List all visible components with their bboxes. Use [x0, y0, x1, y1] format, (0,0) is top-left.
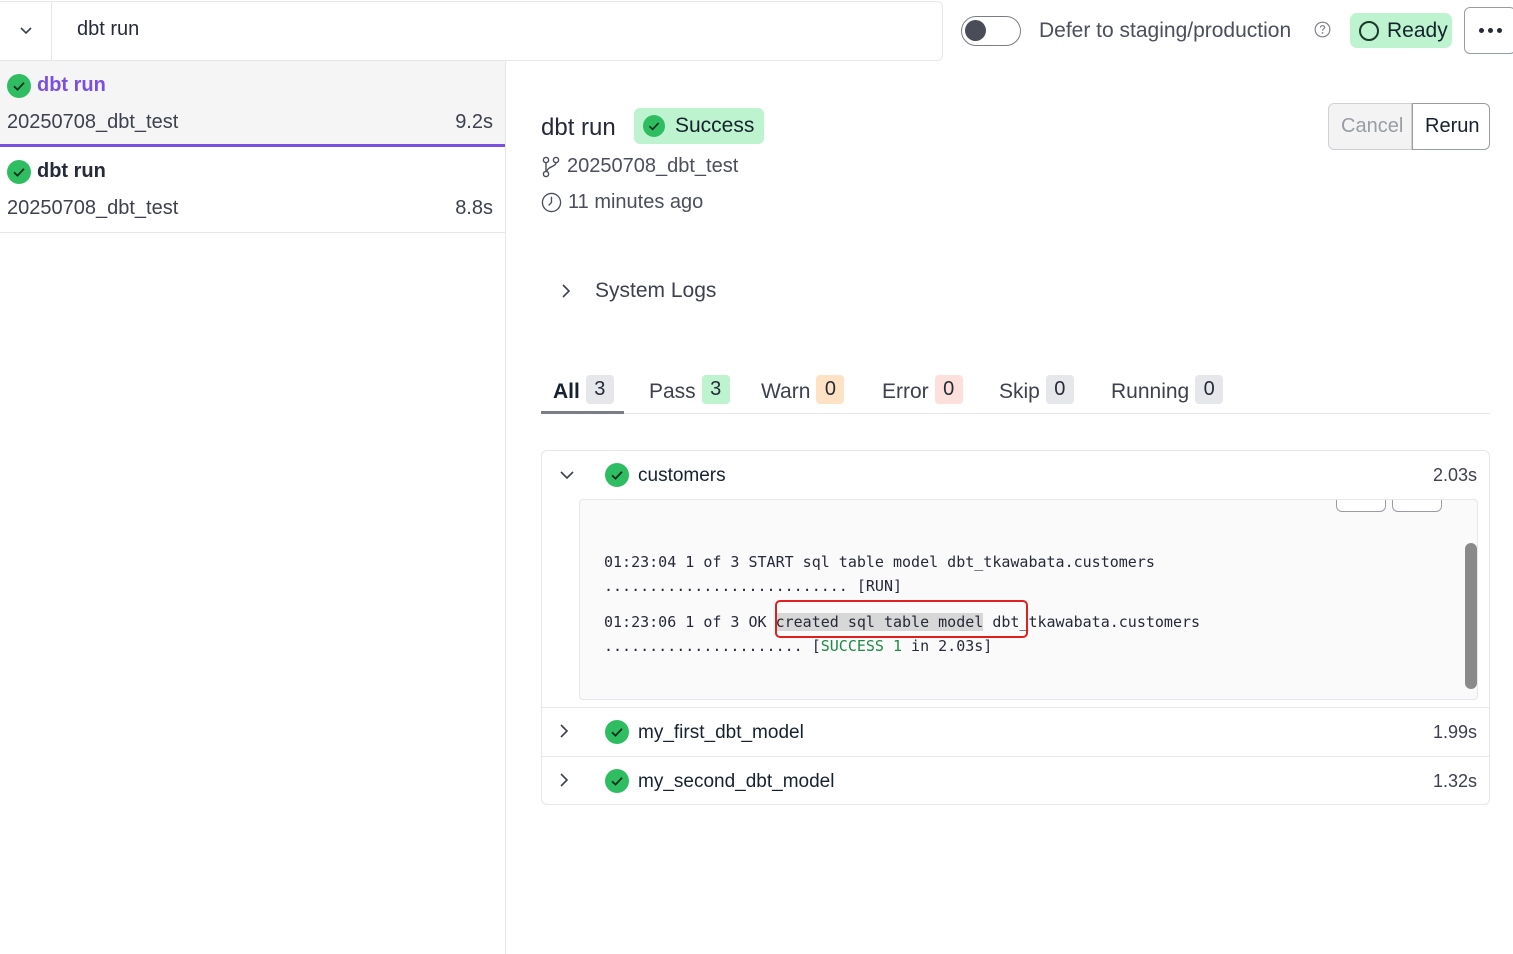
more-options-button[interactable]	[1464, 7, 1513, 54]
tab-all[interactable]: All 3	[541, 373, 624, 414]
result-filter-tabs: All 3 Pass 3 Warn 0 Error 0 Skip 0 Runni…	[541, 373, 1490, 414]
defer-label: Defer to staging/production	[1039, 19, 1292, 42]
run-history-item[interactable]: dbt run 20250708_dbt_test 9.2s	[0, 61, 505, 147]
tab-label: Warn	[761, 380, 811, 403]
ready-ring-icon	[1359, 20, 1379, 41]
tab-label: All	[553, 380, 580, 403]
run-actions: Cancel Rerun	[1328, 103, 1490, 150]
tab-count: 0	[1195, 375, 1224, 404]
success-check-icon	[7, 74, 31, 98]
more-dot-icon	[1487, 28, 1493, 33]
log-action-button[interactable]	[1336, 500, 1386, 512]
success-check-icon	[605, 769, 629, 793]
result-time: 2.03s	[1432, 465, 1477, 485]
chevron-right-icon	[560, 724, 569, 738]
cancel-button[interactable]: Cancel	[1328, 103, 1412, 150]
tab-label: Skip	[999, 380, 1040, 403]
result-name: my_first_dbt_model	[638, 722, 804, 743]
success-check-icon	[7, 160, 31, 184]
result-time: 1.99s	[1432, 722, 1477, 742]
tab-running[interactable]: Running 0	[1111, 373, 1224, 414]
chevron-right-icon	[560, 773, 569, 787]
success-check-icon	[643, 115, 665, 137]
result-row[interactable]: my_second_dbt_model 1.32s	[542, 757, 1489, 806]
chevron-right-icon	[562, 284, 571, 298]
more-dot-icon	[1478, 28, 1484, 33]
tab-count: 0	[816, 375, 845, 404]
tab-label: Running	[1111, 380, 1190, 403]
ready-status-badge: Ready	[1350, 13, 1452, 48]
log-action-button[interactable]	[1392, 500, 1442, 512]
system-logs-toggle[interactable]: System Logs	[561, 279, 716, 303]
success-check-icon	[605, 720, 629, 744]
run-branch: 20250708_dbt_test	[7, 197, 179, 219]
status-badge: Success	[634, 108, 765, 144]
results-list: customers 2.03s 01:23:04 1 of 3 START sq…	[541, 450, 1490, 805]
system-logs-label: System Logs	[595, 279, 717, 302]
chevron-down-icon	[19, 27, 32, 35]
log-line: 01:23:04 1 of 3 START sql table model db…	[604, 553, 1155, 571]
more-dot-icon	[1496, 28, 1502, 33]
log-tail: in 2.03s]	[902, 637, 993, 655]
annotation-highlight-box	[775, 600, 1028, 638]
tab-label: Pass	[649, 380, 696, 403]
log-line: ........................... [RUN]	[604, 577, 903, 595]
log-scrollbar[interactable]	[1465, 543, 1477, 689]
command-input[interactable]	[77, 18, 677, 41]
help-icon[interactable]	[1314, 21, 1331, 38]
command-bar	[0, 1, 943, 61]
run-history-item[interactable]: dbt run 20250708_dbt_test 8.8s	[0, 147, 505, 233]
top-bar: Defer to staging/production Ready	[0, 0, 1513, 61]
result-name: my_second_dbt_model	[638, 771, 835, 792]
status-label: Success	[675, 114, 755, 137]
run-title: dbt run	[37, 74, 106, 96]
log-dots: ...................... [	[604, 637, 821, 655]
tab-label: Error	[882, 380, 929, 403]
log-output-panel[interactable]: 01:23:04 1 of 3 START sql table model db…	[579, 499, 1478, 700]
run-duration: 8.8s	[455, 197, 493, 219]
git-branch-icon	[542, 156, 560, 177]
tab-error[interactable]: Error 0	[882, 373, 963, 414]
success-check-icon	[605, 463, 629, 487]
tab-count: 0	[1045, 375, 1074, 404]
branch-row: 20250708_dbt_test	[541, 155, 738, 178]
tab-pass[interactable]: Pass 3	[649, 373, 730, 414]
time-row: 11 minutes ago	[541, 191, 703, 214]
command-history-toggle[interactable]	[0, 2, 52, 60]
log-success-status: SUCCESS 1	[820, 637, 903, 655]
run-branch-name: 20250708_dbt_test	[567, 155, 739, 177]
rerun-button[interactable]: Rerun	[1412, 103, 1490, 150]
run-detail-title: dbt run	[541, 114, 616, 141]
ready-label: Ready	[1387, 18, 1448, 42]
result-time: 1.32s	[1432, 771, 1477, 791]
run-history-sidebar: dbt run 20250708_dbt_test 9.2s dbt run 2…	[0, 61, 506, 954]
result-row[interactable]: my_first_dbt_model 1.99s	[542, 708, 1489, 757]
tab-count: 0	[934, 375, 963, 404]
run-branch: 20250708_dbt_test	[7, 111, 179, 133]
tab-skip[interactable]: Skip 0	[999, 373, 1074, 414]
chevron-down-icon	[560, 471, 574, 480]
log-prefix: 01:23:06 1 of 3 OK	[604, 613, 776, 631]
tab-count: 3	[585, 375, 614, 404]
run-time-ago: 11 minutes ago	[568, 191, 704, 213]
run-duration: 9.2s	[455, 111, 493, 133]
result-name: customers	[638, 465, 726, 486]
defer-toggle[interactable]	[961, 16, 1021, 46]
run-title: dbt run	[37, 160, 106, 182]
tab-count: 3	[701, 375, 730, 404]
tab-warn[interactable]: Warn 0	[761, 373, 845, 414]
result-row[interactable]: customers 2.03s	[542, 451, 1489, 500]
clock-icon	[541, 192, 562, 213]
